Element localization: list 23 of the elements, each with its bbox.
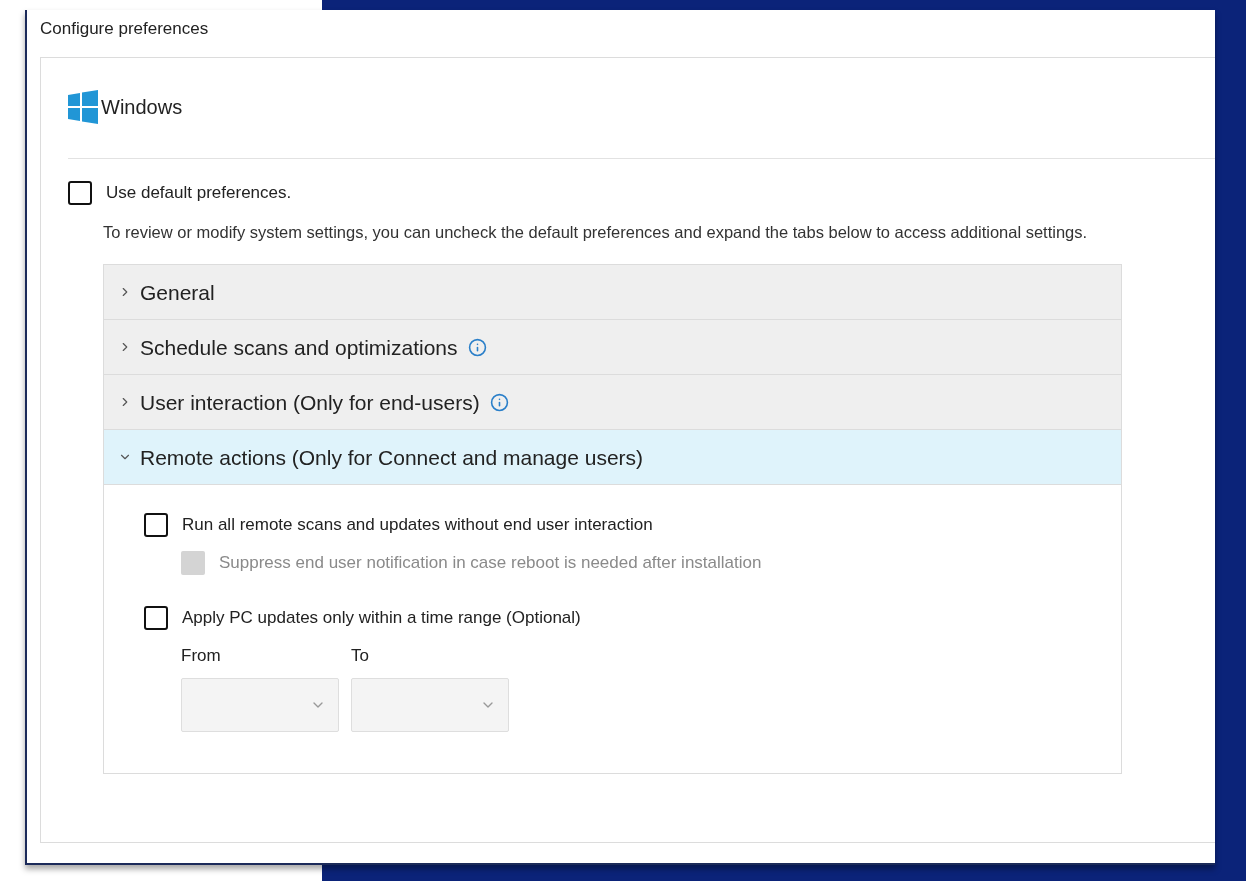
platform-name: Windows <box>101 95 183 120</box>
windows-logo-icon <box>68 90 98 124</box>
accordion-header[interactable]: Remote actions (Only for Connect and manage users) <box>104 430 1121 485</box>
accordion-header[interactable]: General <box>104 265 1121 320</box>
accordion-header[interactable]: User interaction (Only for end-users) <box>104 375 1121 430</box>
info-icon[interactable] <box>467 337 487 357</box>
checkbox[interactable] <box>144 606 168 630</box>
option-label: Suppress end user notification in case reboot is needed after installation <box>219 551 762 574</box>
option-label: Apply PC updates only within a time range (Optional) <box>182 607 581 630</box>
option-label: Use default preferences. <box>106 182 292 204</box>
info-icon[interactable] <box>489 392 509 412</box>
field-label: To <box>351 644 370 667</box>
section-title: User interaction (Only for end-users) <box>140 389 480 416</box>
checkbox[interactable] <box>68 180 92 205</box>
field-label: From <box>181 644 222 667</box>
checkbox[interactable] <box>144 513 168 537</box>
option-label: Run all remote scans and updates without end user interaction <box>182 514 653 537</box>
accordion-header[interactable]: Schedule scans and optimizations <box>104 320 1121 375</box>
section-title: Remote actions (Only for Connect and manage users) <box>140 444 644 471</box>
section-title: Schedule scans and optimizations <box>140 334 458 361</box>
section-title: General <box>140 279 215 306</box>
description-text: To review or modify system settings, you can uncheck the default preferences and expand the tabs below to access additional settings. <box>102 221 1089 243</box>
panel-title: Configure preferences <box>40 19 209 38</box>
